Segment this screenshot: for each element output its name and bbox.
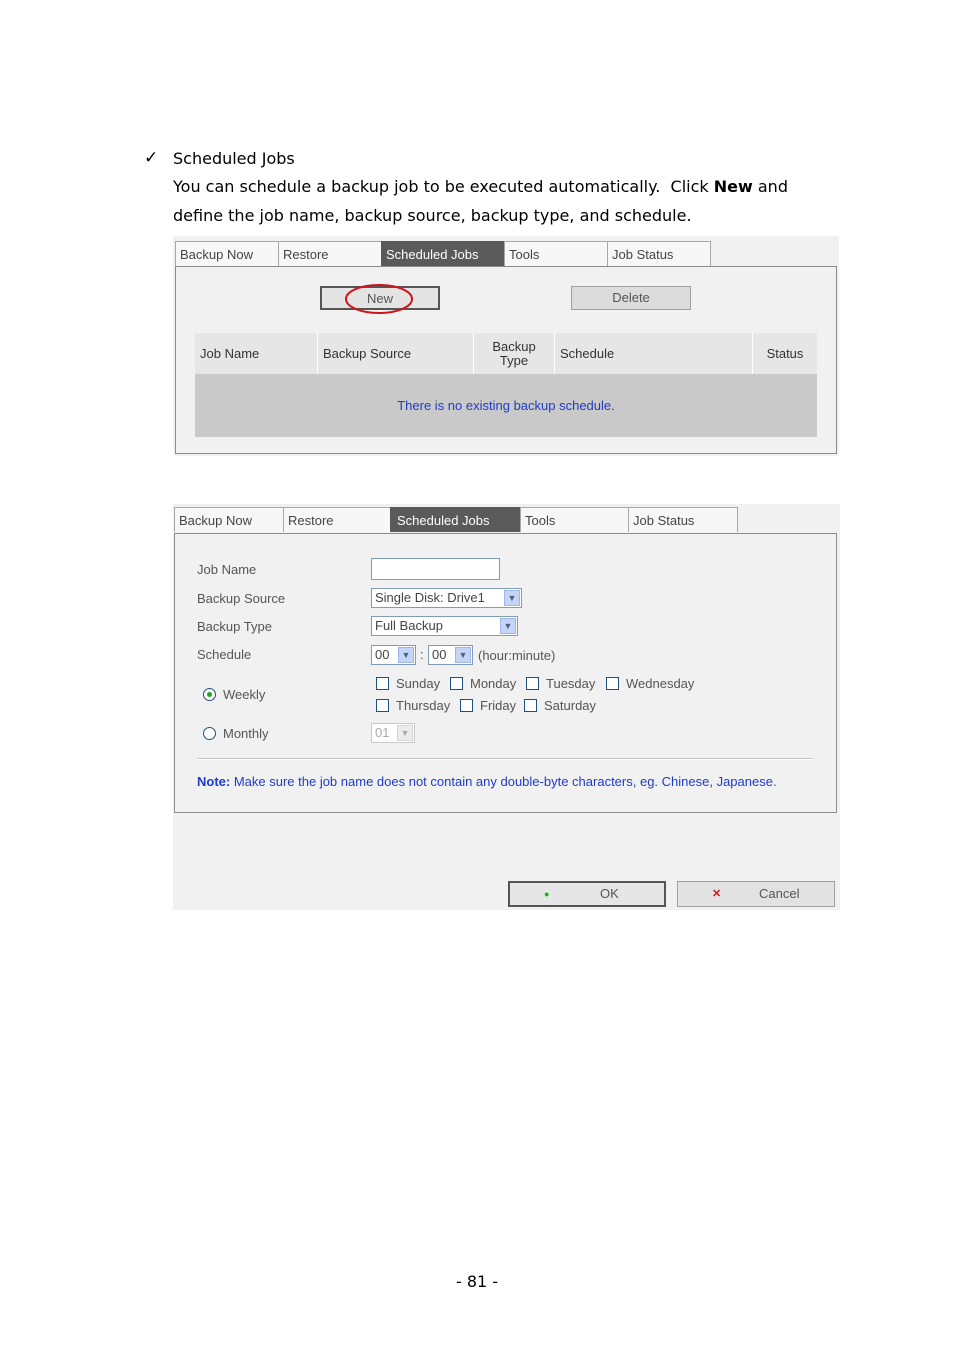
tab-scheduled-jobs[interactable]: Scheduled Jobs bbox=[390, 507, 521, 532]
new-emphasis: New bbox=[713, 177, 753, 196]
tab-job-status[interactable]: Job Status bbox=[607, 241, 711, 266]
ok-button[interactable]: ● OK bbox=[508, 881, 666, 907]
delete-button[interactable]: Delete bbox=[571, 286, 691, 310]
chevron-down-icon: ▼ bbox=[504, 590, 520, 606]
list-content: New Delete Job Name Backup Source Backup… bbox=[175, 266, 837, 454]
tab-tools[interactable]: Tools bbox=[520, 507, 629, 532]
form-content: Job Name Backup Source Single Disk: Driv… bbox=[174, 533, 837, 813]
day-of-month-select[interactable]: 01 ▼ bbox=[371, 723, 415, 743]
backup-source-select[interactable]: Single Disk: Drive1 ▼ bbox=[371, 588, 522, 608]
empty-schedule-message: There is no existing backup schedule. bbox=[195, 374, 817, 437]
col-status: Status bbox=[766, 345, 804, 361]
col-job-name: Job Name bbox=[195, 333, 318, 374]
note-text: Note: Make sure the job name does not co… bbox=[197, 774, 777, 789]
chevron-down-icon: ▼ bbox=[397, 725, 413, 741]
tab-restore[interactable]: Restore bbox=[283, 507, 391, 532]
time-format-hint: (hour:minute) bbox=[478, 648, 556, 663]
tuesday-checkbox[interactable] bbox=[526, 677, 539, 690]
section-heading: Scheduled Jobs bbox=[173, 149, 295, 168]
tab-tools[interactable]: Tools bbox=[504, 241, 608, 266]
intro-line-2: define the job name, backup source, back… bbox=[173, 206, 692, 225]
thursday-label: Thursday bbox=[396, 698, 451, 713]
wednesday-checkbox[interactable] bbox=[606, 677, 619, 690]
tab-backup-now[interactable]: Backup Now bbox=[175, 241, 279, 266]
checkmark-icon: ✓ bbox=[144, 148, 159, 168]
backup-type-select[interactable]: Full Backup ▼ bbox=[371, 616, 518, 636]
friday-checkbox[interactable] bbox=[460, 699, 473, 712]
col-backup-type: Backup Type bbox=[474, 333, 555, 374]
chevron-down-icon: ▼ bbox=[455, 647, 471, 663]
tab-job-status[interactable]: Job Status bbox=[628, 507, 738, 532]
close-icon: ✕ bbox=[712, 888, 722, 900]
saturday-checkbox[interactable] bbox=[524, 699, 537, 712]
sunday-checkbox[interactable] bbox=[376, 677, 389, 690]
monthly-label: Monthly bbox=[223, 726, 269, 741]
weekly-radio[interactable] bbox=[203, 688, 216, 701]
wednesday-label: Wednesday bbox=[626, 676, 695, 691]
job-name-input[interactable] bbox=[371, 558, 500, 580]
col-schedule: Schedule bbox=[555, 333, 753, 374]
monthly-radio[interactable] bbox=[203, 727, 216, 740]
saturday-label: Saturday bbox=[544, 698, 597, 713]
tab-bar: Backup Now Restore Scheduled Jobs Tools … bbox=[175, 241, 711, 267]
tab-scheduled-jobs[interactable]: Scheduled Jobs bbox=[381, 241, 505, 266]
scheduled-jobs-list-panel: Backup Now Restore Scheduled Jobs Tools … bbox=[173, 236, 839, 456]
backup-source-label: Backup Source bbox=[197, 591, 286, 606]
schedule-label: Schedule bbox=[197, 647, 252, 662]
ok-icon: ● bbox=[544, 889, 550, 899]
tab-backup-now[interactable]: Backup Now bbox=[174, 507, 284, 532]
job-name-label: Job Name bbox=[197, 562, 257, 577]
time-separator: : bbox=[420, 647, 424, 662]
divider bbox=[197, 758, 812, 760]
page-number: - 81 - bbox=[455, 1272, 499, 1291]
jobs-table-header: Job Name Backup Source Backup Type Sched… bbox=[195, 333, 817, 374]
minute-select[interactable]: 00 ▼ bbox=[428, 645, 473, 665]
monday-label: Monday bbox=[470, 676, 517, 691]
friday-label: Friday bbox=[480, 698, 517, 713]
sunday-label: Sunday bbox=[396, 676, 441, 691]
thursday-checkbox[interactable] bbox=[376, 699, 389, 712]
hour-select[interactable]: 00 ▼ bbox=[371, 645, 416, 665]
tab-restore[interactable]: Restore bbox=[278, 241, 382, 266]
tuesday-label: Tuesday bbox=[546, 676, 596, 691]
radio-selected-dot bbox=[207, 692, 212, 697]
col-backup-source: Backup Source bbox=[318, 333, 474, 374]
chevron-down-icon: ▼ bbox=[500, 618, 516, 634]
scheduled-job-form-panel: Backup Now Restore Scheduled Jobs Tools … bbox=[173, 504, 840, 910]
chevron-down-icon: ▼ bbox=[398, 647, 414, 663]
tab-bar-form: Backup Now Restore Scheduled Jobs Tools … bbox=[174, 507, 738, 533]
cancel-button[interactable]: ✕ Cancel bbox=[677, 881, 835, 907]
monday-checkbox[interactable] bbox=[450, 677, 463, 690]
intro-line-1: You can schedule a backup job to be exec… bbox=[173, 177, 788, 196]
weekly-label: Weekly bbox=[223, 687, 266, 702]
backup-type-label: Backup Type bbox=[197, 619, 272, 634]
highlight-circle bbox=[345, 284, 413, 314]
